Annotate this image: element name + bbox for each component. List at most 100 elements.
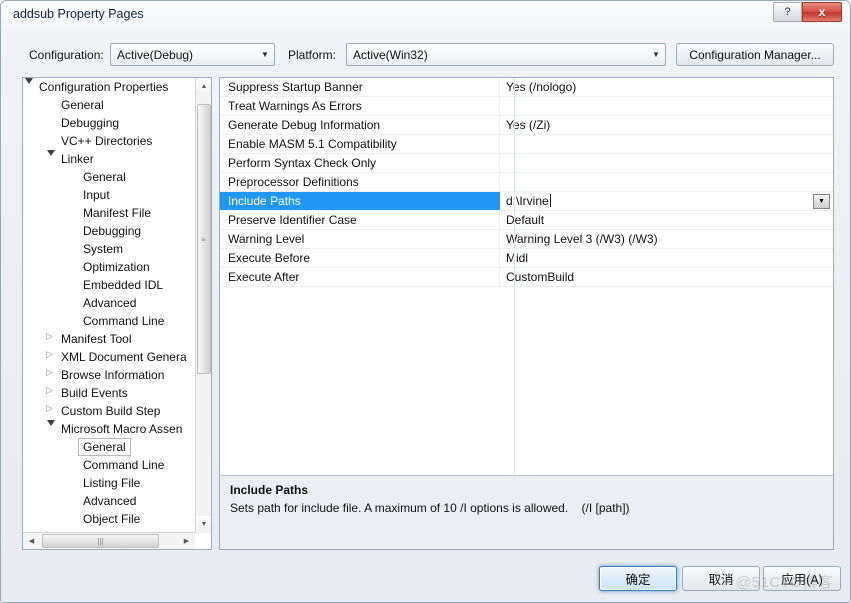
platform-value: Active(Win32): [353, 47, 428, 62]
property-row[interactable]: Generate Debug Information Yes (/Zi): [220, 116, 833, 135]
property-value: [500, 97, 833, 115]
tree-item-label: Manifest File: [83, 206, 152, 220]
tree-item[interactable]: Command Line: [23, 456, 195, 474]
chevron-down-icon[interactable]: ▼: [813, 194, 830, 209]
property-value: Warning Level 3 (/W3) (/W3): [506, 232, 658, 246]
configuration-tree-panel: Configuration Properties General Debugging…: [22, 77, 212, 550]
configuration-tree[interactable]: Configuration Properties General Debugging…: [23, 78, 195, 533]
tree-item[interactable]: Configuration Properties: [23, 78, 195, 96]
platform-select[interactable]: Active(Win32) ▼: [346, 43, 666, 66]
tree-item-label: Input: [83, 188, 110, 202]
expander-expanded-icon[interactable]: [25, 78, 33, 84]
configuration-manager-button[interactable]: Configuration Manager...: [676, 43, 834, 66]
expander-expanded-icon[interactable]: [47, 150, 55, 156]
tree-item[interactable]: System: [23, 240, 195, 258]
property-value: [500, 154, 833, 172]
expander-collapsed-icon[interactable]: ▷: [46, 348, 53, 360]
scroll-up-icon[interactable]: ▲: [196, 78, 211, 95]
property-pages-dialog: addsub Property Pages ? x Configuration:…: [0, 0, 851, 603]
tree-item-label: Configuration Properties: [39, 80, 169, 94]
tree-item-label: General: [61, 98, 104, 112]
window-title: addsub Property Pages: [13, 7, 144, 21]
property-name: Execute After: [220, 268, 500, 286]
property-name: Preprocessor Definitions: [220, 173, 500, 191]
property-name: Include Paths: [220, 192, 500, 210]
expander-collapsed-icon[interactable]: ▷: [46, 402, 53, 414]
tree-item[interactable]: VC++ Directories: [23, 132, 195, 150]
property-grid-panel: Suppress Startup Banner Yes (/nologo) Trea…: [219, 77, 834, 550]
description-title: Include Paths: [230, 483, 309, 497]
tree-item[interactable]: General: [23, 96, 195, 114]
tree-item[interactable]: ▷ XML Document Genera: [23, 348, 195, 366]
property-value-editor[interactable]: d:\Irvine ▼: [500, 192, 833, 210]
property-row[interactable]: Suppress Startup Banner Yes (/nologo): [220, 78, 833, 97]
expander-expanded-icon[interactable]: [47, 420, 55, 426]
property-row[interactable]: Execute Before Midl: [220, 249, 833, 268]
property-row[interactable]: Treat Warnings As Errors: [220, 97, 833, 116]
property-value: CustomBuild: [506, 270, 575, 284]
tree-item[interactable]: Listing File: [23, 474, 195, 492]
chevron-down-icon: ▼: [261, 50, 269, 59]
property-name: Suppress Startup Banner: [220, 78, 500, 96]
tree-item[interactable]: ▷ Custom Build Step: [23, 402, 195, 420]
tree-horizontal-scrollbar[interactable]: ◀ ||| ▶: [23, 532, 195, 549]
description-body: Sets path for include file. A maximum of…: [230, 501, 630, 515]
property-row[interactable]: Preprocessor Definitions: [220, 173, 833, 192]
grip-icon: ≡: [201, 235, 206, 244]
tree-item[interactable]: General: [23, 168, 195, 186]
title-bar: addsub Property Pages ? x: [1, 1, 850, 30]
property-value: Yes (/Zi): [506, 118, 551, 132]
tree-item[interactable]: Microsoft Macro Assen: [23, 420, 195, 438]
apply-button[interactable]: 应用(A): [763, 566, 841, 591]
tree-item[interactable]: Manifest File: [23, 204, 195, 222]
property-row[interactable]: Warning Level Warning Level 3 (/W3) (/W3): [220, 230, 833, 249]
property-name: Warning Level: [220, 230, 500, 248]
tree-item[interactable]: Optimization: [23, 258, 195, 276]
tree-item[interactable]: ▷ Build Events: [23, 384, 195, 402]
tree-item[interactable]: Debugging: [23, 114, 195, 132]
tree-item[interactable]: ▷ Manifest Tool: [23, 330, 195, 348]
tree-hscroll-thumb[interactable]: |||: [42, 534, 159, 548]
close-icon[interactable]: x: [802, 2, 842, 22]
tree-item[interactable]: Embedded IDL: [23, 276, 195, 294]
tree-item[interactable]: Input: [23, 186, 195, 204]
property-row[interactable]: Include Paths d:\Irvine ▼: [220, 192, 833, 211]
property-value: [500, 135, 833, 153]
expander-collapsed-icon[interactable]: ▷: [46, 366, 53, 378]
tree-item[interactable]: Object File: [23, 510, 195, 528]
property-name: Preserve Identifier Case: [220, 211, 500, 229]
tree-item[interactable]: Debugging: [23, 222, 195, 240]
cancel-button[interactable]: 取消: [682, 566, 760, 591]
tree-item-label: XML Document Genera: [61, 350, 187, 364]
expander-collapsed-icon[interactable]: ▷: [46, 384, 53, 396]
scroll-down-icon[interactable]: ▼: [196, 516, 211, 533]
tree-item-label: Custom Build Step: [61, 404, 161, 418]
tree-item[interactable]: Advanced: [23, 492, 195, 510]
property-name: Execute Before: [220, 249, 500, 267]
scroll-right-icon[interactable]: ▶: [178, 533, 195, 549]
tree-item[interactable]: General: [23, 438, 195, 456]
property-row[interactable]: Enable MASM 5.1 Compatibility: [220, 135, 833, 154]
tree-vertical-scrollbar[interactable]: ▲ ≡ ▼: [195, 78, 211, 533]
tree-item[interactable]: Command Line: [23, 312, 195, 330]
platform-label: Platform:: [288, 48, 337, 62]
configuration-toolbar: Configuration: Active(Debug) ▼ Platform:…: [1, 43, 850, 69]
property-row[interactable]: Preserve Identifier Case Default: [220, 211, 833, 230]
tree-item[interactable]: ▷ Browse Information: [23, 366, 195, 384]
expander-collapsed-icon[interactable]: ▷: [46, 330, 53, 342]
property-row[interactable]: Execute After CustomBuild: [220, 268, 833, 287]
help-icon[interactable]: ?: [773, 2, 802, 22]
ok-button[interactable]: 确定: [599, 566, 677, 591]
text-caret: [549, 194, 551, 207]
tree-item[interactable]: Advanced: [23, 294, 195, 312]
configuration-select[interactable]: Active(Debug) ▼: [110, 43, 275, 66]
tree-item[interactable]: Linker: [23, 150, 195, 168]
tree-item-label: Microsoft Macro Assen: [61, 422, 183, 436]
scroll-left-icon[interactable]: ◀: [23, 533, 40, 549]
tree-item-label: General: [78, 438, 131, 456]
property-grid[interactable]: Suppress Startup Banner Yes (/nologo) Trea…: [220, 78, 833, 474]
tree-vscroll-thumb[interactable]: ≡: [197, 104, 211, 374]
tree-item-label: Embedded IDL: [83, 278, 164, 292]
tree-item-label: System: [83, 242, 124, 256]
property-row[interactable]: Perform Syntax Check Only: [220, 154, 833, 173]
